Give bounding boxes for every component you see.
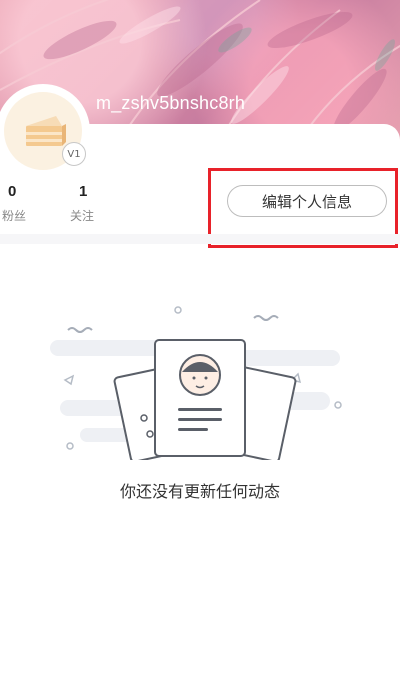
empty-feed-illustration [50,306,342,460]
following-count[interactable]: 1 [79,183,87,200]
fans-label[interactable]: 粉丝 [2,207,26,224]
level-badge-icon: V1 [62,142,86,166]
empty-feed-message: 你还没有更新任何动态 [119,484,280,501]
username: m_zshv5bnshc8rh [96,93,246,113]
fans-count[interactable]: 0 [8,183,16,200]
following-label[interactable]: 关注 [70,207,94,224]
section-divider [0,234,400,244]
